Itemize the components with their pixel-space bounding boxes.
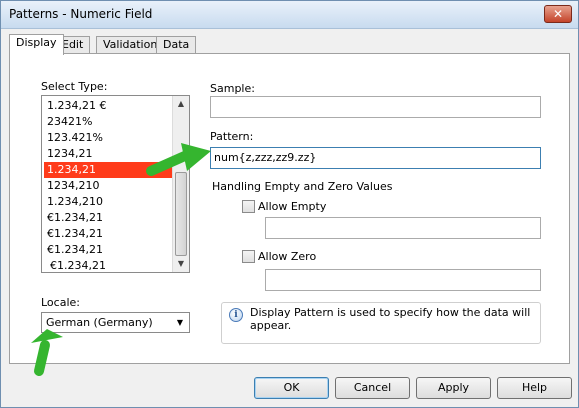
pattern-input[interactable]: num{z,zzz,zz9.zz} [210,147,541,169]
close-icon: ✕ [552,7,564,21]
annotation-arrow-pattern-icon [146,143,211,176]
allow-empty-input[interactable] [265,217,541,239]
list-item[interactable]: 1.234,21 € [44,98,172,114]
sample-field [210,96,541,118]
title-bar: Patterns - Numeric Field ✕ [1,1,578,29]
handling-heading: Handling Empty and Zero Values [212,180,393,193]
info-icon: i [229,308,243,322]
allow-zero-label[interactable]: Allow Zero [258,250,316,263]
list-item[interactable]: €1.234,21 [44,226,172,242]
allow-zero-input[interactable] [265,269,541,291]
locale-label: Locale: [41,296,80,309]
list-item[interactable]: €1.234,21 [44,210,172,226]
help-button[interactable]: Help [497,377,572,399]
info-text: Display Pattern is used to specify how t… [250,306,531,332]
select-type-list[interactable]: 1.234,21 € 23421% 123.421% 1234,21 1.234… [41,95,190,273]
apply-button[interactable]: Apply [416,377,491,399]
allow-empty-checkbox[interactable] [242,200,255,213]
chevron-down-icon: ▼ [176,318,184,327]
list-item[interactable]: 1.234,210 [44,194,172,210]
window-title: Patterns - Numeric Field [9,7,153,21]
list-item[interactable]: €1.234,21 [44,258,172,272]
list-item[interactable]: €1.234,21 [44,242,172,258]
tab-display[interactable]: Display [9,34,64,55]
close-button[interactable]: ✕ [544,5,572,23]
cancel-button[interactable]: Cancel [335,377,410,399]
scroll-up-icon[interactable]: ▲ [173,96,189,112]
scroll-thumb[interactable] [175,172,187,256]
list-item[interactable]: 23421% [44,114,172,130]
tab-data[interactable]: Data [156,36,197,54]
allow-zero-checkbox[interactable] [242,250,255,263]
allow-empty-label[interactable]: Allow Empty [258,200,326,213]
tab-validation[interactable]: Validation [96,36,165,54]
display-tab-panel: Select Type: 1.234,21 € 23421% 123.421% … [9,53,570,364]
scroll-down-icon[interactable]: ▼ [173,256,189,272]
patterns-dialog: Patterns - Numeric Field ✕ Display Edit … [0,0,579,408]
select-type-label: Select Type: [41,80,108,93]
ok-button[interactable]: OK [254,377,329,399]
annotation-arrow-locale-icon [31,329,63,376]
sample-label: Sample: [210,82,255,95]
list-scrollbar[interactable]: ▲ ▼ [172,96,189,272]
info-panel: i Display Pattern is used to specify how… [221,302,541,344]
